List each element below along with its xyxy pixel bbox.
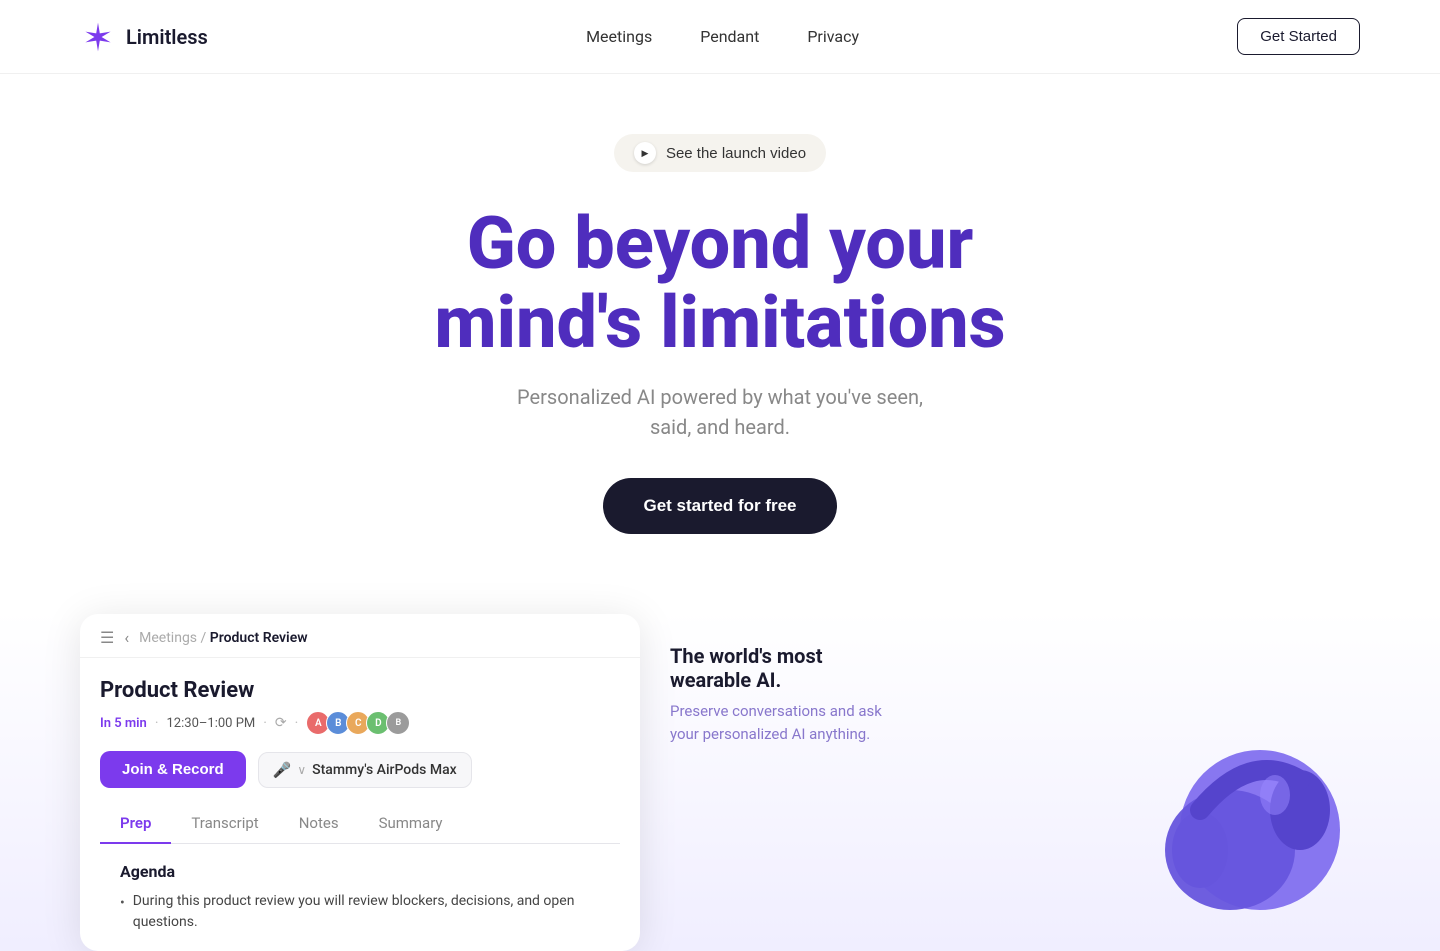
app-card-header: ☰ ‹ Meetings / Product Review [80,614,640,658]
back-icon[interactable]: ‹ [124,628,129,647]
meeting-time-range: 12:30–1:00 PM [167,716,256,731]
agenda-heading: Agenda [120,862,600,881]
nav-item-privacy[interactable]: Privacy [807,27,859,46]
tab-transcript[interactable]: Transcript [171,804,278,844]
logo[interactable]: Limitless [80,19,208,55]
meeting-meta: In 5 min · 12:30–1:00 PM · ⟳ · A B C D B [100,711,620,735]
tab-summary[interactable]: Summary [359,804,463,844]
participant-avatars: A B C D B [306,711,410,735]
right-panel-title: The world's most wearable AI. [670,644,890,692]
breadcrumb-current: Product Review [210,630,308,646]
chevron-down-icon-small: ∨ [297,763,306,777]
hero-subtitle: Personalized AI powered by what you've s… [500,382,940,442]
pendant-image [1100,650,1360,914]
nav-links: Meetings Pendant Privacy [586,27,859,46]
hero-title-line2: mind's limitations [434,280,1005,365]
breadcrumb-parent: Meetings [139,630,197,646]
launch-video-button[interactable]: ▶ See the launch video [614,134,826,172]
meta-dot-2: · [263,715,267,731]
right-area: The world's most wearable AI. Preserve c… [640,614,1360,914]
nav-item-meetings[interactable]: Meetings [586,27,652,46]
nav-get-started-button[interactable]: Get Started [1237,18,1360,55]
play-icon: ▶ [634,142,656,164]
app-card-body: Product Review In 5 min · 12:30–1:00 PM … [80,658,640,951]
mic-icon: 🎤 [273,761,292,779]
meeting-tabs: Prep Transcript Notes Summary [100,804,620,844]
breadcrumb: Meetings / Product Review [139,630,307,646]
tab-notes[interactable]: Notes [279,804,359,844]
launch-badge-text: See the launch video [666,145,806,162]
meeting-title: Product Review [100,678,620,703]
hero-section: ▶ See the launch video Go beyond your mi… [0,74,1440,574]
audio-device-name: Stammy's AirPods Max [312,762,456,778]
hero-cta-button[interactable]: Get started for free [603,478,836,534]
tab-prep[interactable]: Prep [100,804,171,844]
hamburger-icon[interactable]: ☰ [100,628,114,647]
right-panel: The world's most wearable AI. Preserve c… [640,614,920,775]
avatar-5: B [386,711,410,735]
in-5-min-badge: In 5 min [100,716,147,731]
nav-item-pendant[interactable]: Pendant [700,27,759,46]
hero-title: Go beyond your mind's limitations [434,204,1005,362]
agenda-item-1: • During this product review you will re… [120,891,600,933]
breadcrumb-separator: / [201,630,207,646]
app-card: ☰ ‹ Meetings / Product Review Product Re… [80,614,640,951]
logo-icon [80,19,116,55]
meta-dot-3: · [295,715,299,731]
meeting-content: Agenda • During this product review you … [100,844,620,951]
hero-title-line1: Go beyond your [467,201,974,286]
audio-selector[interactable]: 🎤 ∨ Stammy's AirPods Max [258,752,472,788]
sync-icon: ⟳ [275,715,287,731]
right-panel-subtitle: Preserve conversations and ask your pers… [670,700,890,745]
meeting-actions: Join & Record 🎤 ∨ Stammy's AirPods Max [100,751,620,788]
join-record-button[interactable]: Join & Record [100,751,246,788]
agenda-bullet: • [120,893,125,914]
agenda-item-text: During this product review you will revi… [133,891,600,933]
demo-section: ☰ ‹ Meetings / Product Review Product Re… [0,574,1440,951]
logo-text: Limitless [126,25,208,49]
meta-dot-1: · [155,715,159,731]
navbar: Limitless Meetings Pendant Privacy Get S… [0,0,1440,74]
